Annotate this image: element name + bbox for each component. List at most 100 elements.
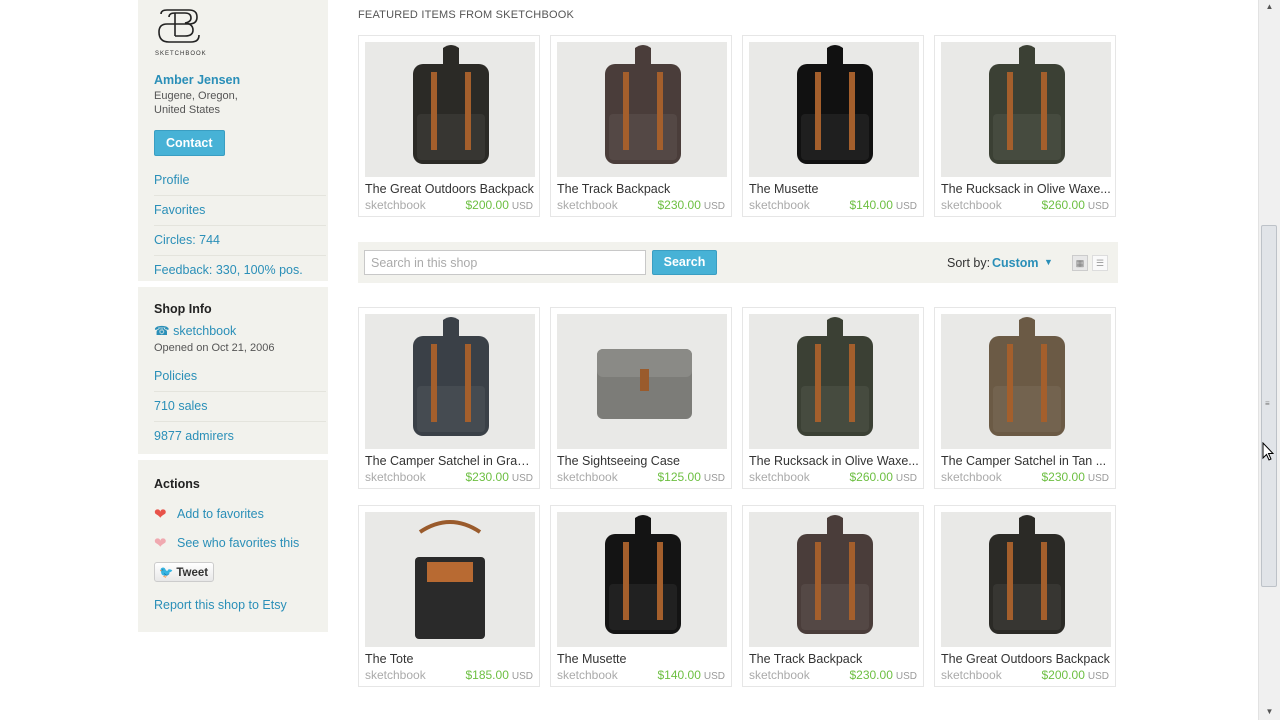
featured-title: FEATURED ITEMS FROM SKETCHBOOK [358, 9, 575, 21]
grid-view-icon[interactable]: ▦ [1072, 255, 1088, 271]
product-title[interactable]: The Camper Satchel in Gray ... [365, 454, 535, 468]
product-card[interactable]: The Great Outdoors Backpack sketchbook $… [934, 505, 1116, 687]
add-to-favorites[interactable]: ❤ Add to favorites [154, 500, 328, 529]
price-currency: USD [703, 671, 725, 682]
price-value: $230.00 [657, 198, 701, 212]
shop-name-link[interactable]: ☎ sketchbook [154, 323, 328, 338]
price-currency: USD [1087, 671, 1109, 682]
tweet-button[interactable]: 🐦 Tweet [154, 562, 215, 582]
scroll-up-arrow-icon[interactable]: ▲ [1259, 0, 1280, 16]
product-shop[interactable]: sketchbook [557, 470, 618, 484]
product-shop[interactable]: sketchbook [941, 668, 1002, 682]
price-currency: USD [703, 201, 725, 212]
product-title[interactable]: The Musette [749, 182, 919, 196]
product-card[interactable]: The Musette sketchbook $140.00 USD [550, 505, 732, 687]
actions-panel: Actions ❤ Add to favorites ❤ See who fav… [138, 460, 328, 632]
caret-down-icon[interactable]: ▼ [1044, 257, 1053, 267]
price-currency: USD [1087, 473, 1109, 484]
product-shop[interactable]: sketchbook [749, 470, 810, 484]
product-title[interactable]: The Tote [365, 652, 535, 666]
circles-link[interactable]: Circles: 744 [154, 226, 326, 256]
shop-info-panel: Shop Info ☎ sketchbook Opened on Oct 21,… [138, 287, 328, 454]
shop-info-title: Shop Info [154, 302, 212, 316]
product-price: $125.00 USD [657, 470, 725, 484]
search-input[interactable]: Search in this shop [364, 250, 646, 275]
product-card[interactable]: The Sightseeing Case sketchbook $125.00 U… [550, 307, 732, 489]
product-card[interactable]: The Musette sketchbook $140.00 USD [742, 35, 924, 217]
product-image[interactable] [365, 42, 535, 177]
product-shop[interactable]: sketchbook [749, 668, 810, 682]
product-shop[interactable]: sketchbook [365, 198, 426, 212]
admirers-link[interactable]: 9877 admirers [154, 422, 326, 451]
owner-name[interactable]: Amber Jensen [154, 73, 328, 87]
product-image[interactable] [557, 314, 727, 449]
product-card[interactable]: The Great Outdoors Backpack sketchbook $… [358, 35, 540, 217]
product-image[interactable] [941, 314, 1111, 449]
product-image[interactable] [365, 512, 535, 647]
owner-location: Eugene, Oregon, United States [154, 89, 328, 117]
product-shop[interactable]: sketchbook [941, 198, 1002, 212]
sales-link[interactable]: 710 sales [154, 392, 326, 422]
price-currency: USD [895, 201, 917, 212]
product-card[interactable]: The Track Backpack sketchbook $230.00 USD [742, 505, 924, 687]
product-title[interactable]: The Sightseeing Case [557, 454, 727, 468]
scroll-down-arrow-icon[interactable]: ▼ [1259, 704, 1280, 720]
product-image[interactable] [557, 42, 727, 177]
product-card[interactable]: The Tote sketchbook $185.00 USD [358, 505, 540, 687]
product-card[interactable]: The Rucksack in Olive Waxe... sketchbook… [742, 307, 924, 489]
search-button[interactable]: Search [652, 250, 717, 275]
mouse-cursor-icon [1262, 442, 1274, 461]
price-value: $185.00 [465, 668, 509, 682]
scroll-thumb[interactable]: ≡ [1261, 225, 1277, 587]
owner-panel: SKETCHBOOK Amber Jensen Eugene, Oregon, … [138, 0, 328, 281]
product-shop[interactable]: sketchbook [941, 470, 1002, 484]
product-shop[interactable]: sketchbook [365, 668, 426, 682]
product-shop[interactable]: sketchbook [557, 198, 618, 212]
shop-logo[interactable]: SKETCHBOOK [155, 8, 206, 58]
price-currency: USD [511, 201, 533, 212]
favorites-link[interactable]: Favorites [154, 196, 326, 226]
see-who-favorites[interactable]: ❤ See who favorites this [154, 529, 328, 558]
list-view-icon[interactable]: ☰ [1092, 255, 1108, 271]
product-title[interactable]: The Musette [557, 652, 727, 666]
product-shop[interactable]: sketchbook [749, 198, 810, 212]
product-image[interactable] [941, 42, 1111, 177]
product-title[interactable]: The Rucksack in Olive Waxe... [749, 454, 919, 468]
product-title[interactable]: The Track Backpack [749, 652, 919, 666]
product-card[interactable]: The Track Backpack sketchbook $230.00 USD [550, 35, 732, 217]
hearts-icon: ❤ [154, 535, 167, 552]
policies-link[interactable]: Policies [154, 362, 326, 392]
product-image[interactable] [749, 314, 919, 449]
product-price: $230.00 USD [1041, 470, 1109, 484]
twitter-bird-icon: 🐦 [159, 567, 174, 579]
profile-link[interactable]: Profile [154, 166, 326, 196]
product-image[interactable] [365, 314, 535, 449]
vertical-scrollbar[interactable]: ▲ ≡ ▼ [1258, 0, 1280, 720]
product-card[interactable]: The Camper Satchel in Gray ... sketchboo… [358, 307, 540, 489]
price-currency: USD [511, 473, 533, 484]
product-image[interactable] [557, 512, 727, 647]
product-card[interactable]: The Rucksack in Olive Waxe... sketchbook… [934, 35, 1116, 217]
location-line2: United States [154, 104, 221, 116]
product-title[interactable]: The Rucksack in Olive Waxe... [941, 182, 1111, 196]
product-title[interactable]: The Great Outdoors Backpack [365, 182, 535, 196]
product-title[interactable]: The Track Backpack [557, 182, 727, 196]
shop-name: sketchbook [173, 324, 237, 338]
actions-title: Actions [154, 477, 200, 491]
product-image[interactable] [749, 42, 919, 177]
product-price: $230.00 USD [657, 198, 725, 212]
report-shop-link[interactable]: Report this shop to Etsy [154, 598, 328, 612]
product-title[interactable]: The Camper Satchel in Tan ... [941, 454, 1111, 468]
product-price: $260.00 USD [849, 470, 917, 484]
product-card[interactable]: The Camper Satchel in Tan ... sketchbook… [934, 307, 1116, 489]
product-title[interactable]: The Great Outdoors Backpack [941, 652, 1111, 666]
contact-button[interactable]: Contact [154, 130, 225, 156]
product-shop[interactable]: sketchbook [365, 470, 426, 484]
product-image[interactable] [749, 512, 919, 647]
product-image[interactable] [941, 512, 1111, 647]
product-price: $140.00 USD [657, 668, 725, 682]
sort-dropdown[interactable]: Custom [992, 256, 1039, 270]
product-shop[interactable]: sketchbook [557, 668, 618, 682]
feedback-link[interactable]: Feedback: 330, 100% pos. [154, 256, 326, 285]
price-currency: USD [895, 473, 917, 484]
